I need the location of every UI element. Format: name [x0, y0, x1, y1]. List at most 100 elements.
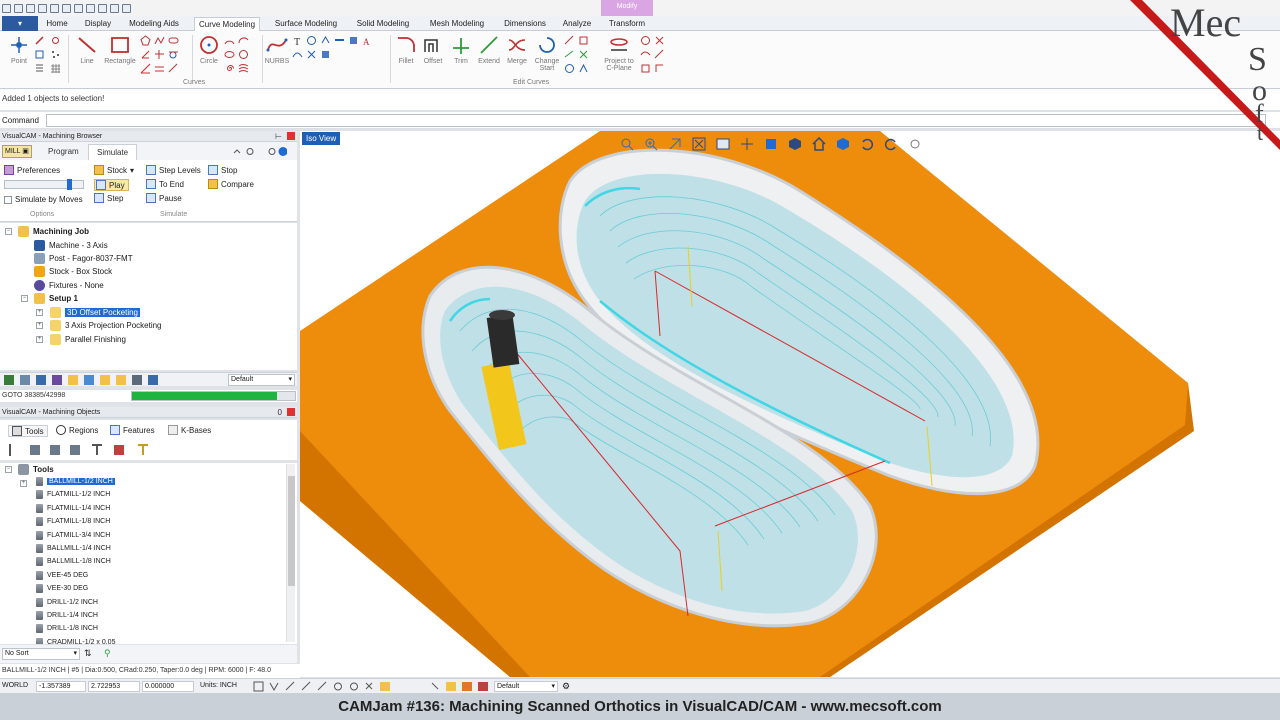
stock-button[interactable]: Stock ▾ [94, 165, 134, 175]
close-icon[interactable] [287, 132, 295, 140]
tool-row[interactable]: CRADMILL-1/2 x 0.05 [36, 637, 115, 644]
merge-button[interactable]: Merge [504, 34, 530, 65]
circle-2pt-icon[interactable] [238, 49, 249, 60]
collapse-icon[interactable]: − [21, 295, 28, 302]
layer-select[interactable]: Default ▾ [494, 681, 558, 692]
tab-curve-modeling[interactable]: Curve Modeling [194, 17, 260, 31]
step-button[interactable]: Step [94, 193, 123, 203]
open-file-icon[interactable] [26, 3, 35, 13]
tab-k-bases[interactable]: K-Bases [168, 425, 211, 435]
tool-row[interactable]: VEE-45 DEG [36, 570, 88, 580]
section-icon[interactable] [306, 49, 317, 60]
3d-viewport[interactable]: Iso View [300, 131, 1280, 677]
zoom-extents-icon[interactable] [692, 137, 706, 151]
solid-edge-icon[interactable] [348, 35, 359, 46]
close-curve-icon[interactable] [640, 63, 651, 74]
tab-transform[interactable]: Transform [604, 17, 650, 31]
view-settings-icon[interactable] [908, 137, 922, 151]
app-icon[interactable] [2, 3, 11, 13]
tree-op-parallel[interactable]: Parallel Finishing [50, 334, 126, 345]
operation-icons[interactable] [2, 374, 162, 386]
layer-tool-icons[interactable] [430, 681, 490, 692]
explode-icon[interactable] [654, 35, 665, 46]
point-grid-icon[interactable] [34, 49, 45, 60]
expand-icon[interactable]: + [36, 336, 43, 343]
tree-op-projection[interactable]: 3 Axis Projection Pocketing [50, 320, 162, 331]
expand-icon[interactable]: + [20, 480, 27, 487]
perp-line-icon[interactable] [154, 49, 165, 60]
view-iso-icon[interactable] [788, 137, 802, 151]
coord-y[interactable]: 2.722953 [88, 681, 140, 692]
slider-thumb[interactable] [67, 179, 72, 190]
view-top-icon[interactable] [764, 137, 778, 151]
shaded-cube-icon[interactable] [836, 137, 850, 151]
slot-icon[interactable] [168, 35, 179, 46]
bisector-icon[interactable] [140, 63, 151, 74]
project-curve-icon[interactable] [320, 35, 331, 46]
pin-icon[interactable]: 0 [278, 407, 282, 418]
pause-button[interactable]: Pause [146, 193, 182, 203]
point-button[interactable]: Point [6, 34, 32, 65]
tool-row[interactable]: DRILL-1/2 INCH [36, 597, 98, 607]
tool-row[interactable]: BALLMILL-1/2 INCH [36, 477, 115, 486]
tools-scrollbar[interactable] [286, 464, 295, 642]
rectangle-button[interactable]: Rectangle [102, 34, 138, 65]
mesh-curve-icon[interactable] [320, 49, 331, 60]
tree-op-3d-offset[interactable]: 3D Offset Pocketing [50, 307, 140, 318]
tab-simulate[interactable]: Simulate [88, 144, 138, 160]
snap-toolbar-icons[interactable] [252, 681, 412, 692]
coord-z[interactable]: 0.000000 [142, 681, 194, 692]
tool-type-icons[interactable] [6, 443, 156, 457]
circle-button[interactable]: Circle [196, 34, 222, 65]
silhouette-icon[interactable] [292, 49, 303, 60]
tab-mesh-modeling[interactable]: Mesh Modeling [424, 17, 490, 31]
application-menu-button[interactable]: ▾ [2, 16, 38, 31]
expand-icon[interactable]: + [36, 309, 43, 316]
tree-post[interactable]: Post - Fagor-8037-FMT [34, 253, 133, 264]
simplify-icon[interactable] [654, 49, 665, 60]
pin-icon[interactable]: ⊢ [275, 131, 282, 142]
extend-button[interactable]: Extend [476, 34, 502, 65]
arc-3pt-icon[interactable] [238, 35, 249, 46]
home-view-icon[interactable] [812, 137, 826, 151]
step-levels-button[interactable]: Step Levels [146, 165, 201, 175]
tab-regions[interactable]: Regions [56, 425, 98, 435]
sort-select[interactable]: No Sort ▾ [2, 648, 80, 660]
coord-mode[interactable]: WORLD [2, 682, 28, 689]
tab-program[interactable]: Program [40, 144, 87, 160]
collapse-icon[interactable]: − [5, 466, 12, 473]
point-variant-icon[interactable] [34, 35, 45, 46]
tool-row[interactable]: FLATMILL-1/4 INCH [36, 503, 110, 513]
pan-icon[interactable] [740, 137, 754, 151]
tool-row[interactable]: FLATMILL-3/4 INCH [36, 530, 110, 540]
iso-curve-icon[interactable] [334, 35, 345, 46]
checkbox-box[interactable] [4, 195, 12, 204]
simulate-by-moves-checkbox[interactable]: Simulate by Moves [4, 195, 83, 204]
tab-tools[interactable]: Tools [8, 425, 48, 437]
break-icon[interactable] [578, 35, 589, 46]
repeat-icon[interactable] [122, 3, 131, 13]
coord-x[interactable]: -1.357389 [36, 681, 86, 692]
tab-modeling-aids[interactable]: Modeling Aids [124, 17, 184, 31]
units-label[interactable]: Units: INCH [200, 682, 237, 689]
point-cloud-icon[interactable] [50, 49, 61, 60]
ellipse-icon[interactable] [224, 49, 235, 60]
zoom-in-icon[interactable] [644, 137, 658, 151]
command-input[interactable] [46, 114, 1266, 127]
blend-icon[interactable] [640, 35, 651, 46]
tab-analyze[interactable]: Analyze [558, 17, 596, 31]
tools-root[interactable]: Tools [18, 464, 54, 475]
angled-line-icon[interactable] [140, 49, 151, 60]
reverse-icon[interactable] [564, 49, 575, 60]
print-icon[interactable] [50, 3, 59, 13]
offset-button[interactable]: Offset [420, 34, 446, 65]
collapse-icon[interactable]: − [5, 228, 12, 235]
trim-button[interactable]: Trim [450, 34, 472, 65]
tool-row[interactable]: FLATMILL-1/2 INCH [36, 490, 110, 500]
change-start-button[interactable]: Change Start [532, 34, 562, 72]
zoom-window-icon[interactable] [668, 137, 682, 151]
mill-tab[interactable]: MILL ▣ [2, 145, 32, 158]
tree-setup[interactable]: Setup 1 [34, 293, 78, 304]
compare-button[interactable]: Compare [208, 179, 254, 189]
save-icon[interactable] [38, 3, 47, 13]
